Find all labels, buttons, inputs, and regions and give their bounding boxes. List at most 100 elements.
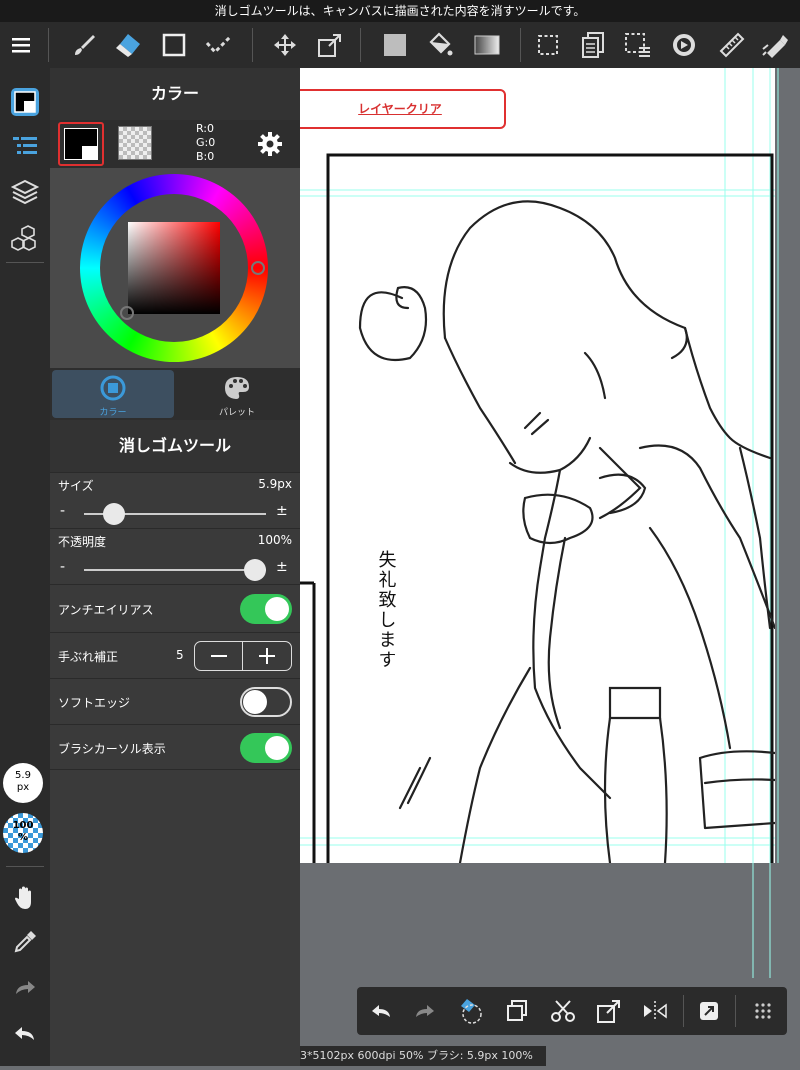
stabilizer-value: 5 <box>176 648 184 662</box>
materials-button[interactable] <box>0 216 50 260</box>
rgb-b: B:0 <box>196 150 215 163</box>
size-slider-knob[interactable] <box>103 503 126 525</box>
tab-color[interactable]: カラー <box>52 370 174 418</box>
sv-cursor[interactable] <box>120 306 134 320</box>
quick-transform-button[interactable] <box>587 987 631 1035</box>
quick-eraser-button[interactable] <box>449 987 493 1035</box>
tab-color-label: カラー <box>99 408 127 418</box>
hue-cursor[interactable] <box>251 261 265 275</box>
opacity-label: 不透明度 <box>58 535 107 549</box>
grid-dots-icon <box>755 1003 771 1019</box>
stabilizer-stepper <box>194 641 292 671</box>
quick-more-button[interactable] <box>741 987 785 1035</box>
brush-tool-button[interactable] <box>62 22 106 68</box>
rotate-canvas-button[interactable] <box>662 22 706 68</box>
size-decrease-button[interactable]: - <box>60 503 65 519</box>
drawing-canvas[interactable]: 失礼致します <box>300 68 775 863</box>
saturation-box[interactable] <box>128 222 220 314</box>
size-setting: サイズ 5.9px - ± <box>50 472 300 528</box>
quick-toolbar <box>357 987 787 1035</box>
shape-tool-button[interactable] <box>152 22 196 68</box>
sub-color-swatch[interactable] <box>118 126 152 160</box>
quick-fit-button[interactable] <box>687 987 731 1035</box>
brush-cursor-toggle[interactable] <box>240 733 292 763</box>
selection-check-icon <box>205 35 232 55</box>
brush-cursor-setting: ブラシカーソル表示 <box>50 724 300 770</box>
pen-edit-button[interactable] <box>754 22 798 68</box>
fill-color-button[interactable] <box>373 22 417 68</box>
status-bar: 3*5102px 600dpi 50% ブラシ: 5.9px 100% <box>300 1046 546 1066</box>
size-label: サイズ <box>58 479 94 493</box>
color-panel-title: カラー <box>50 68 300 120</box>
undo-icon <box>372 1005 390 1017</box>
rotate-icon <box>673 34 695 56</box>
opacity-badge[interactable]: 100 % <box>3 813 43 853</box>
opacity-slider[interactable] <box>84 569 266 571</box>
quick-copy-button[interactable] <box>495 987 539 1035</box>
gradient-tool-button[interactable] <box>465 22 509 68</box>
layer-clear-button[interactable]: レイヤークリア <box>294 89 506 129</box>
color-tabs: カラー パレット <box>50 368 300 420</box>
quick-undo-button[interactable] <box>359 987 403 1035</box>
ruler-icon <box>719 32 745 58</box>
quick-cut-button[interactable] <box>541 987 585 1035</box>
select-layer-button[interactable] <box>616 22 660 68</box>
selection-pen-button[interactable] <box>197 22 241 68</box>
brush-size-badge[interactable]: 5.9 px <box>3 763 43 803</box>
main-toolbar <box>0 22 800 68</box>
color-tab-icon <box>100 375 126 401</box>
stabilizer-minus-button[interactable] <box>195 642 243 670</box>
copy-pages-icon <box>582 32 604 58</box>
select-rect-button[interactable] <box>526 22 570 68</box>
scissors-icon <box>551 1000 575 1022</box>
move-button[interactable] <box>263 22 307 68</box>
hand-tool-button[interactable] <box>0 876 50 920</box>
bucket-tool-button[interactable] <box>418 22 462 68</box>
flip-icon <box>644 1001 667 1021</box>
tool-settings-panel: 消しゴムツール サイズ 5.9px - ± 不透明度 100% - ± アンチエ… <box>50 420 300 1066</box>
redo-button[interactable] <box>0 966 50 1010</box>
select-layer-icon <box>625 33 650 57</box>
speech-text: 失礼致します <box>376 550 397 670</box>
stabilizer-setting: 手ぶれ補正 5 <box>50 632 300 678</box>
stabilizer-plus-button[interactable] <box>244 642 291 670</box>
tip-bar: 消しゴムツールは、キャンバスに描画された内容を消すツールです。 <box>0 0 800 22</box>
list-icon <box>13 137 37 154</box>
select-rect-icon <box>538 35 558 55</box>
antialias-toggle[interactable] <box>240 594 292 624</box>
rgb-g: G:0 <box>196 136 216 149</box>
menu-button[interactable] <box>0 22 44 68</box>
color-panel-button[interactable] <box>0 80 50 124</box>
opacity-slider-knob[interactable] <box>244 559 266 581</box>
eraser-tool-button[interactable] <box>106 22 150 68</box>
opacity-decrease-button[interactable]: - <box>60 559 65 575</box>
soft-edge-setting: ソフトエッジ <box>50 678 300 724</box>
left-rail: 5.9 px 100 % <box>0 68 50 1066</box>
soft-edge-toggle[interactable] <box>240 687 292 717</box>
eyedropper-button[interactable] <box>0 920 50 964</box>
quick-flip-button[interactable] <box>633 987 677 1035</box>
tab-palette-label: パレット <box>218 408 255 418</box>
ruler-button[interactable] <box>710 22 754 68</box>
opacity-value: 100% <box>257 533 292 547</box>
size-increase-button[interactable]: ± <box>276 503 288 519</box>
tab-palette[interactable]: パレット <box>176 370 298 418</box>
stabilizer-label: 手ぶれ補正 <box>58 650 119 664</box>
layers-button[interactable] <box>0 170 50 214</box>
redo-icon <box>16 981 35 994</box>
canvas-backdrop <box>300 863 800 1066</box>
brush-size-value: 5.9 px <box>15 770 31 793</box>
brush-list-button[interactable] <box>0 124 50 168</box>
transform-button[interactable] <box>308 22 352 68</box>
copy-pages-button[interactable] <box>571 22 615 68</box>
color-settings-button[interactable] <box>256 130 284 162</box>
undo-button[interactable] <box>0 1012 50 1056</box>
eyedropper-icon <box>14 931 36 953</box>
gradient-icon <box>474 35 500 55</box>
opacity-increase-button[interactable]: ± <box>276 559 288 575</box>
rgb-readout: R:0 G:0 B:0 <box>196 122 215 164</box>
opacity-value: 100 % <box>12 820 34 843</box>
main-color-swatch[interactable] <box>58 122 104 166</box>
quick-redo-button[interactable] <box>403 987 447 1035</box>
cubes-icon <box>11 225 36 251</box>
